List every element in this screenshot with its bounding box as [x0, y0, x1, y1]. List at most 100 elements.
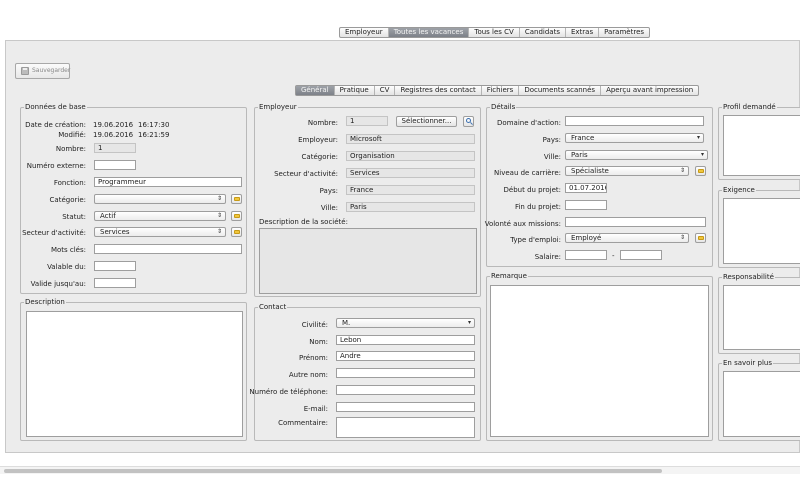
civility-select-value: M.	[342, 319, 351, 327]
civility-select[interactable]: M. ▾	[336, 318, 475, 328]
comment-label: Commentaire:	[278, 419, 328, 427]
employment-type-label: Type d'emploi:	[510, 236, 561, 244]
chevron-down-icon: ▾	[700, 151, 704, 158]
valid-until-field[interactable]	[94, 278, 136, 288]
details-city-select[interactable]: Paris ▾	[565, 150, 708, 160]
employer-number-label: Nombre:	[307, 119, 338, 127]
valid-from-field[interactable]	[94, 261, 136, 271]
valid-until-label: Valide jusqu'au:	[30, 280, 86, 288]
created-time: 16:17:30	[138, 121, 170, 129]
career-folder-button[interactable]	[695, 166, 706, 176]
employer-category-field: Organisation	[346, 151, 475, 161]
number-label: Nombre:	[55, 145, 86, 153]
othername-field[interactable]	[336, 368, 475, 378]
search-employer-button[interactable]	[463, 116, 474, 127]
firstname-field[interactable]: Andre	[336, 351, 475, 361]
function-field[interactable]: Programmeur	[94, 177, 242, 187]
horizontal-scrollbar[interactable]	[0, 466, 800, 474]
category-folder-button[interactable]	[231, 194, 242, 204]
employer-label: Employeur:	[298, 136, 338, 144]
folder-icon	[234, 197, 240, 201]
tab-extras[interactable]: Extras	[566, 28, 600, 37]
project-start-field[interactable]: 01.07.2016	[565, 183, 607, 193]
sector-folder-button[interactable]	[231, 227, 242, 237]
employer-sector-label: Secteur d'activité:	[274, 170, 338, 178]
section-tab-bar: Général Pratique CV Registres des contact Fi…	[295, 85, 700, 96]
category-select[interactable]: ⇕	[94, 194, 226, 204]
domain-label: Domaine d'action:	[497, 119, 561, 127]
number-field: 1	[94, 143, 136, 153]
scrollbar-thumb[interactable]	[4, 469, 662, 473]
description-textarea[interactable]	[26, 311, 243, 437]
tab-parametres[interactable]: Paramètres	[599, 28, 649, 37]
modified-date: 19.06.2016	[93, 131, 134, 139]
email-field[interactable]	[336, 402, 475, 412]
section-tab-cv[interactable]: CV	[375, 86, 396, 95]
save-disk-icon	[21, 67, 29, 75]
phone-field[interactable]	[336, 385, 475, 395]
section-tab-registres-des-contact[interactable]: Registres des contact	[395, 86, 482, 95]
missions-field[interactable]	[565, 217, 706, 227]
employer-country-field: France	[346, 185, 475, 195]
domain-field[interactable]	[565, 116, 704, 126]
email-label: E-mail:	[303, 405, 328, 413]
career-level-value: Spécialiste	[571, 167, 609, 175]
folder-icon	[234, 230, 240, 234]
firstname-label: Prénom:	[298, 354, 328, 362]
remark-textarea[interactable]	[490, 285, 709, 437]
contact-title: Contact	[258, 303, 288, 311]
responsibility-textarea[interactable]	[723, 285, 800, 350]
lastname-field[interactable]: Lebon	[336, 335, 475, 345]
external-number-field[interactable]	[94, 160, 136, 170]
salary-from-field[interactable]	[565, 250, 607, 260]
tab-toutes-les-vacances[interactable]: Toutes les vacances	[388, 28, 470, 37]
company-description-label: Description de la société:	[259, 218, 348, 226]
tab-candidats[interactable]: Candidats	[520, 28, 566, 37]
employer-country-label: Pays:	[319, 187, 338, 195]
function-label: Fonction:	[53, 179, 86, 187]
profile-textarea[interactable]	[723, 115, 800, 176]
stepper-arrows-icon: ⇕	[679, 167, 685, 174]
salary-to-field[interactable]	[620, 250, 662, 260]
employer-sector-field: Services	[346, 168, 475, 178]
comment-textarea[interactable]	[336, 417, 475, 438]
employer-field: Microsoft	[346, 134, 475, 144]
section-tab-pratique[interactable]: Pratique	[335, 86, 375, 95]
section-tab-apercu-avant-impression[interactable]: Aperçu avant impression	[601, 86, 698, 95]
search-icon-handle	[470, 122, 473, 125]
career-level-select[interactable]: Spécialiste ⇕	[565, 166, 689, 176]
details-country-value: France	[571, 134, 595, 142]
civility-label: Civilité:	[301, 321, 328, 329]
folder-icon	[698, 169, 704, 173]
section-tab-fichiers[interactable]: Fichiers	[482, 86, 520, 95]
employer-title: Employeur	[258, 103, 298, 111]
requirement-textarea[interactable]	[723, 198, 800, 264]
select-employer-button[interactable]: Sélectionner...	[396, 116, 457, 127]
section-tab-general[interactable]: Général	[296, 86, 335, 95]
more-info-textarea[interactable]	[723, 371, 800, 437]
keywords-label: Mots clés:	[50, 246, 86, 254]
keywords-field[interactable]	[94, 244, 242, 254]
details-country-label: Pays:	[542, 136, 561, 144]
tab-employeur[interactable]: Employeur	[340, 28, 389, 37]
created-label: Date de création:	[25, 121, 86, 129]
details-title: Détails	[490, 103, 517, 111]
stepper-arrows-icon: ⇕	[216, 212, 222, 219]
employer-city-label: Ville:	[320, 204, 338, 212]
details-country-select[interactable]: France ▾	[565, 133, 704, 143]
status-folder-button[interactable]	[231, 211, 242, 221]
employer-category-label: Catégorie:	[301, 153, 338, 161]
created-date: 19.06.2016	[93, 121, 134, 129]
remark-title: Remarque	[490, 272, 528, 280]
employment-folder-button[interactable]	[695, 233, 706, 243]
employer-number-field: 1	[346, 116, 388, 126]
salary-label: Salaire:	[534, 253, 561, 261]
project-start-label: Début du projet:	[503, 186, 561, 194]
tab-tous-les-cv[interactable]: Tous les CV	[469, 28, 520, 37]
employment-type-select[interactable]: Employé ⇕	[565, 233, 689, 243]
status-select[interactable]: Actif ⇕	[94, 211, 226, 221]
section-tab-documents-scannes[interactable]: Documents scannés	[519, 86, 602, 95]
save-button[interactable]: Sauvegarder	[15, 63, 70, 79]
project-end-field[interactable]	[565, 200, 607, 210]
sector-select[interactable]: Services ⇕	[94, 227, 226, 237]
